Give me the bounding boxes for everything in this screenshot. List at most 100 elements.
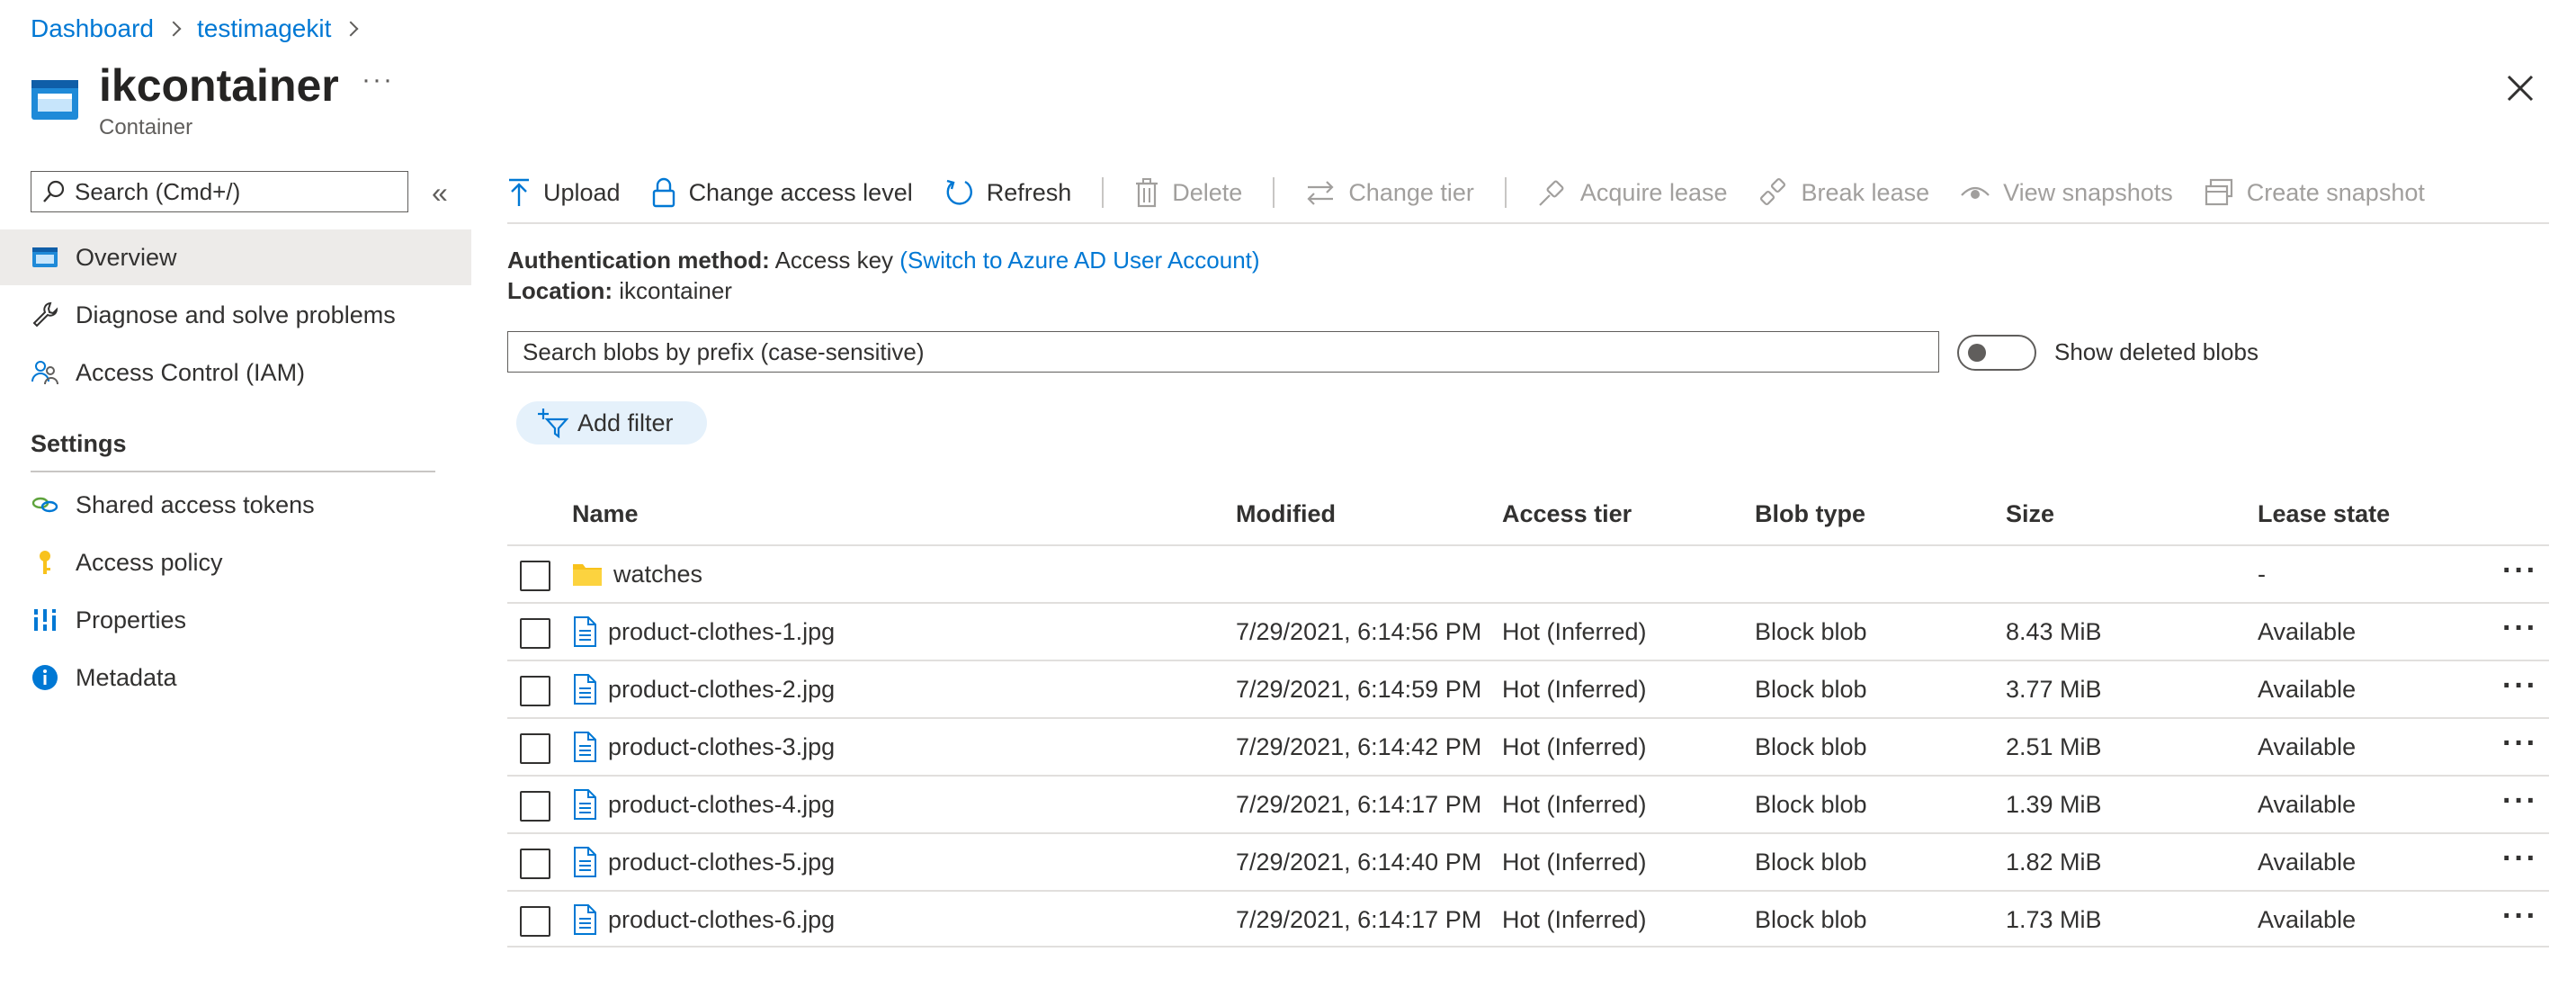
row-checkbox[interactable] [520, 676, 550, 706]
column-header-modified[interactable]: Modified [1236, 500, 1336, 528]
show-deleted-toggle[interactable] [1957, 335, 2036, 371]
name-cell[interactable]: product-clothes-4.jpg [572, 777, 835, 832]
break-lease-icon [1759, 177, 1785, 206]
table-row[interactable]: product-clothes-3.jpg 7/29/2021, 6:14:42 … [507, 717, 2549, 775]
name-cell[interactable]: watches [572, 546, 702, 602]
breadcrumb-testimagekit[interactable]: testimagekit [197, 14, 331, 43]
sidebar-search-input[interactable]: Search (Cmd+/) [31, 171, 408, 212]
name-cell[interactable]: product-clothes-2.jpg [572, 661, 835, 717]
modified-cell: 7/29/2021, 6:14:17 PM [1236, 790, 1482, 818]
size-cell: 3.77 MiB [2006, 675, 2102, 703]
more-options-button[interactable]: ··· [362, 65, 394, 95]
sidebar-item-iam[interactable]: Access Control (IAM) [0, 345, 471, 400]
name-cell[interactable]: product-clothes-1.jpg [572, 604, 835, 660]
name-cell[interactable]: product-clothes-3.jpg [572, 719, 835, 775]
row-checkbox[interactable] [520, 618, 550, 649]
sidebar-item-overview[interactable]: Overview [0, 229, 471, 285]
table-row[interactable]: product-clothes-4.jpg 7/29/2021, 6:14:17 … [507, 775, 2549, 832]
column-header-access-tier[interactable]: Access tier [1502, 500, 1632, 528]
file-icon [574, 789, 596, 820]
row-checkbox[interactable] [520, 906, 550, 937]
properties-icon [32, 609, 58, 631]
chevron-right-icon [165, 21, 182, 37]
change-access-level-button[interactable]: Change access level [651, 177, 913, 208]
toolbar-divider [507, 222, 2549, 224]
row-more-button[interactable]: ··· [2502, 841, 2538, 876]
file-icon [574, 674, 596, 705]
table-row[interactable]: product-clothes-1.jpg 7/29/2021, 6:14:56 … [507, 602, 2549, 660]
toolbar-separator [1273, 177, 1275, 208]
modified-cell: 7/29/2021, 6:14:56 PM [1236, 617, 1482, 645]
search-icon [43, 180, 65, 202]
table-row[interactable]: product-clothes-6.jpg 7/29/2021, 6:14:17 … [507, 890, 2549, 948]
delete-button[interactable]: Delete [1134, 177, 1242, 208]
table-row[interactable]: watches - ··· [507, 544, 2549, 602]
sidebar-item-shared-access-tokens[interactable]: Shared access tokens [0, 477, 471, 533]
size-cell: 8.43 MiB [2006, 617, 2102, 645]
row-checkbox[interactable] [520, 791, 550, 822]
row-more-button[interactable]: ··· [2502, 553, 2538, 588]
switch-auth-link[interactable]: (Switch to Azure AD User Account) [899, 247, 1259, 274]
column-header-lease-state[interactable]: Lease state [2258, 500, 2390, 528]
breadcrumb-dashboard[interactable]: Dashboard [31, 14, 154, 43]
eye-icon [1961, 186, 1990, 199]
column-header-size[interactable]: Size [2006, 500, 2054, 528]
sidebar-item-label: Diagnose and solve problems [76, 301, 396, 328]
access-tier-cell: Hot (Inferred) [1502, 617, 1647, 645]
row-more-button[interactable]: ··· [2502, 899, 2538, 934]
name-cell[interactable]: product-clothes-6.jpg [572, 892, 835, 948]
link-icon [31, 497, 58, 513]
refresh-button[interactable]: Refresh [944, 177, 1071, 208]
table-row[interactable]: product-clothes-2.jpg 7/29/2021, 6:14:59 … [507, 660, 2549, 717]
break-lease-button[interactable]: Break lease [1758, 177, 1929, 208]
sidebar-item-diagnose[interactable]: Diagnose and solve problems [0, 287, 471, 343]
row-more-button[interactable]: ··· [2502, 611, 2538, 646]
settings-divider [31, 471, 435, 472]
access-tier-cell: Hot (Inferred) [1502, 675, 1647, 703]
row-checkbox[interactable] [520, 561, 550, 591]
column-header-name[interactable]: Name [572, 500, 639, 528]
sidebar-item-metadata[interactable]: Metadata [0, 650, 471, 705]
sidebar-item-properties[interactable]: Properties [0, 592, 471, 648]
lease-state-cell: Available [2258, 790, 2357, 818]
sidebar-item-access-policy[interactable]: Access policy [0, 534, 471, 590]
collapse-sidebar-button[interactable]: « [432, 176, 448, 210]
blob-name: product-clothes-2.jpg [608, 675, 836, 703]
location-value: ikcontainer [619, 277, 732, 304]
blob-type-cell: Block blob [1755, 848, 1867, 876]
command-bar: Upload Change access level Refresh Delet… [507, 167, 2455, 218]
row-more-button[interactable]: ··· [2502, 784, 2538, 819]
blob-search-placeholder: Search blobs by prefix (case-sensitive) [523, 337, 925, 365]
lease-state-cell: - [2258, 560, 2266, 588]
table-row[interactable]: product-clothes-5.jpg 7/29/2021, 6:14:40 … [507, 832, 2549, 890]
size-cell: 2.51 MiB [2006, 732, 2102, 760]
modified-cell: 7/29/2021, 6:14:59 PM [1236, 675, 1482, 703]
swap-icon [1307, 181, 1334, 205]
row-checkbox[interactable] [520, 849, 550, 879]
change-tier-button[interactable]: Change tier [1305, 177, 1474, 208]
modified-cell: 7/29/2021, 6:14:17 PM [1236, 905, 1482, 933]
blob-name: product-clothes-5.jpg [608, 848, 836, 876]
acquire-lease-button[interactable]: Acquire lease [1537, 177, 1728, 208]
add-filter-button[interactable]: Add filter [516, 401, 707, 445]
wrench-icon [32, 301, 58, 328]
blob-name: product-clothes-6.jpg [608, 905, 836, 933]
people-icon [31, 361, 58, 385]
row-more-button[interactable]: ··· [2502, 726, 2538, 761]
lease-state-cell: Available [2258, 905, 2357, 933]
lock-icon [652, 177, 675, 208]
row-checkbox[interactable] [520, 733, 550, 764]
blob-type-cell: Block blob [1755, 790, 1867, 818]
show-deleted-label: Show deleted blobs [2054, 338, 2258, 365]
blob-search-input[interactable]: Search blobs by prefix (case-sensitive) [507, 331, 1939, 373]
auth-method-line: Authentication method: Access key (Switc… [507, 247, 1260, 274]
close-icon[interactable] [2504, 72, 2536, 104]
upload-icon [509, 178, 529, 206]
upload-button[interactable]: Upload [507, 177, 621, 208]
column-header-blob-type[interactable]: Blob type [1755, 500, 1865, 528]
view-snapshots-button[interactable]: View snapshots [1960, 177, 2173, 208]
name-cell[interactable]: product-clothes-5.jpg [572, 834, 835, 890]
row-more-button[interactable]: ··· [2502, 669, 2538, 704]
create-snapshot-button[interactable]: Create snapshot [2204, 177, 2425, 208]
page-subtitle: Container [99, 115, 193, 139]
